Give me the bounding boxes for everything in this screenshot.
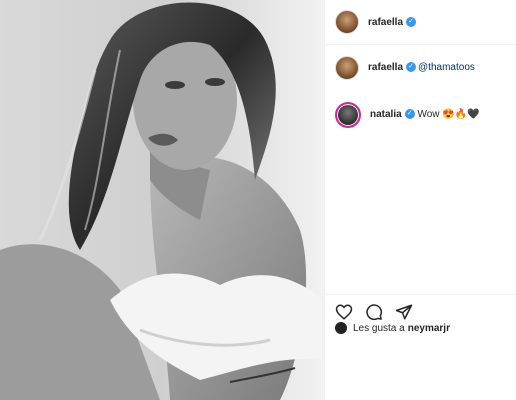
comment-body: Wow 😍🔥🖤 [417, 109, 480, 120]
comment-text: natalia ✓ Wow 😍🔥🖤 [370, 108, 480, 122]
post-side-panel: rafaella ✓ rafaella ✓ @thamatoos natalia ✓ … [324, 0, 516, 400]
likes-summary[interactable]: Les gusta a neymarjr [335, 322, 450, 334]
author-avatar[interactable] [335, 10, 359, 34]
caption-text: rafaella ✓ @thamatoos [368, 61, 475, 75]
caption: rafaella ✓ @thamatoos [325, 56, 516, 80]
commenter-avatar[interactable] [335, 102, 361, 128]
photo-illustration [0, 0, 324, 400]
post-header: rafaella ✓ [325, 0, 516, 45]
likes-prefix: Les gusta a [353, 322, 405, 334]
verified-badge-icon: ✓ [406, 62, 417, 73]
verified-badge-icon: ✓ [406, 17, 417, 27]
caption-mention-link[interactable]: @thamatoos [418, 62, 475, 73]
liker-avatar [335, 322, 347, 334]
commenter-username[interactable]: natalia [370, 109, 402, 120]
heart-icon[interactable] [335, 303, 353, 321]
post-photo[interactable] [0, 0, 324, 400]
verified-badge-icon: ✓ [404, 109, 415, 120]
caption-author-avatar[interactable] [335, 56, 359, 80]
action-bar [325, 294, 516, 323]
share-arrow-icon[interactable] [395, 303, 413, 321]
comment-bubble-icon[interactable] [365, 303, 383, 321]
author-username[interactable]: rafaella [368, 17, 403, 28]
caption-author-username[interactable]: rafaella [368, 62, 403, 73]
likes-username[interactable]: neymarjr [408, 323, 450, 334]
comment-item: natalia ✓ Wow 😍🔥🖤 [325, 102, 516, 128]
